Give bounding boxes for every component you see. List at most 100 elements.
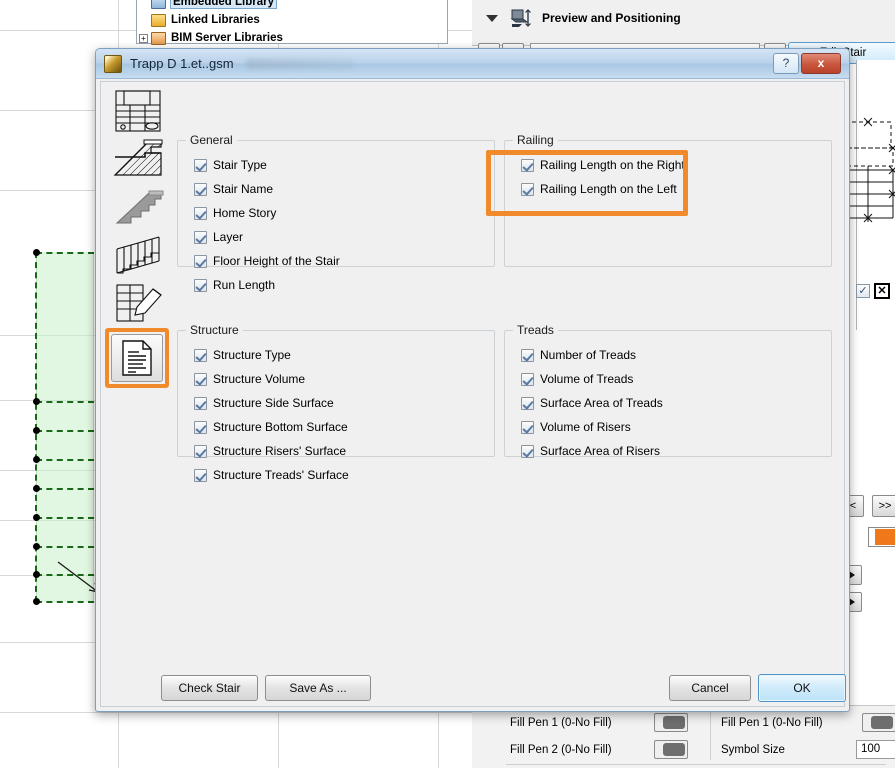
checkbox-label: Structure Risers' Surface bbox=[213, 444, 347, 458]
checkbox-label: Structure Type bbox=[213, 348, 291, 362]
checkbox-label: Run Length bbox=[213, 278, 276, 292]
checkbox-label: Floor Height of the Stair bbox=[213, 254, 340, 268]
symbol-size-input[interactable]: 100 bbox=[856, 740, 895, 759]
help-button[interactable]: ? bbox=[773, 53, 799, 74]
stair-node[interactable] bbox=[33, 456, 40, 463]
library-tree-item-bim-server[interactable]: + BIM Server Libraries bbox=[137, 30, 447, 46]
check-stair-button[interactable]: Check Stair bbox=[161, 675, 258, 701]
checkbox-volume-of-treads[interactable] bbox=[521, 372, 534, 386]
stair-tread-line bbox=[36, 401, 94, 403]
stair-annotation-icon bbox=[116, 284, 162, 322]
checkbox-stair-type[interactable] bbox=[194, 158, 207, 172]
group-general: General Stair Type Stair Name Home Story bbox=[177, 133, 495, 292]
tree-expand-icon[interactable]: + bbox=[139, 33, 148, 43]
divider bbox=[710, 710, 711, 760]
checkbox-railing-length-on-the-right[interactable] bbox=[521, 158, 534, 172]
checkbox-row-number-of-treads[interactable]: Number of Treads bbox=[505, 343, 831, 367]
checkbox-row-run-length[interactable]: Run Length bbox=[178, 273, 494, 297]
stair-node[interactable] bbox=[33, 485, 40, 492]
stair-node[interactable] bbox=[33, 249, 40, 256]
triangle-down-icon[interactable] bbox=[486, 14, 498, 22]
checkbox-surface-area-of-treads[interactable] bbox=[521, 396, 534, 410]
preview-checkbox[interactable]: ✓ bbox=[856, 284, 870, 298]
nav-forward-button[interactable]: >> bbox=[872, 495, 895, 517]
stair-tread-line bbox=[36, 546, 94, 548]
stair-listing-dialog[interactable]: Trapp D 1.et..gsm ? x General Stair Type… bbox=[95, 48, 850, 712]
checkbox-label: Surface Area of Risers bbox=[540, 444, 661, 458]
stair-node[interactable] bbox=[33, 598, 40, 605]
dialog-titlebar[interactable]: Trapp D 1.et..gsm ? x bbox=[96, 49, 849, 79]
save-as-button[interactable]: Save As ... bbox=[265, 675, 371, 701]
checkbox-label: Home Story bbox=[213, 206, 277, 220]
checkbox-label: Number of Treads bbox=[540, 348, 637, 362]
stair-node[interactable] bbox=[33, 427, 40, 434]
rail-item-stair-section[interactable] bbox=[106, 136, 170, 182]
stair-node[interactable] bbox=[33, 571, 40, 578]
checkbox-railing-length-on-the-left[interactable] bbox=[521, 182, 534, 196]
checkbox-row-structure-treads-surface[interactable]: Structure Treads' Surface bbox=[178, 463, 494, 487]
library-tree-panel[interactable]: Embedded Library Linked Libraries + BIM … bbox=[136, 0, 448, 46]
color-swatch[interactable] bbox=[868, 527, 895, 547]
checkbox-label: Volume of Treads bbox=[540, 372, 634, 386]
checkbox-structure-type[interactable] bbox=[194, 348, 207, 362]
checkbox-row-structure-type[interactable]: Structure Type bbox=[178, 343, 494, 367]
cancel-button[interactable]: Cancel bbox=[669, 675, 751, 701]
fill-pen-2-control[interactable] bbox=[654, 740, 688, 759]
fill-pen-1-right-control[interactable] bbox=[862, 713, 895, 732]
rail-item-listing-document[interactable] bbox=[105, 328, 169, 388]
close-button[interactable]: x bbox=[801, 53, 841, 74]
stair-tread-line bbox=[36, 252, 94, 254]
divider bbox=[506, 764, 886, 765]
checkbox-label: Structure Side Surface bbox=[213, 396, 334, 410]
rail-item-stair-plan[interactable] bbox=[106, 88, 170, 134]
checkbox-row-surface-area-of-risers[interactable]: Surface Area of Risers bbox=[505, 439, 831, 463]
checkbox-row-railing-right[interactable]: Railing Length on the Right bbox=[505, 153, 831, 177]
railing-icon bbox=[116, 236, 160, 274]
ok-button[interactable]: OK bbox=[758, 674, 846, 702]
checkbox-floor-height-of-the-stair[interactable] bbox=[194, 254, 207, 268]
checkbox-volume-of-risers[interactable] bbox=[521, 420, 534, 434]
checkbox-row-floor-height[interactable]: Floor Height of the Stair bbox=[178, 249, 494, 273]
selected-stair-region[interactable] bbox=[36, 252, 94, 602]
rail-item-railing[interactable] bbox=[106, 232, 170, 278]
checkbox-row-home-story[interactable]: Home Story bbox=[178, 201, 494, 225]
preview-options-bar: ✓ ✕ bbox=[856, 278, 895, 304]
checkbox-row-stair-name[interactable]: Stair Name bbox=[178, 177, 494, 201]
checkbox-number-of-treads[interactable] bbox=[521, 348, 534, 362]
checkbox-stair-name[interactable] bbox=[194, 182, 207, 196]
stair-node[interactable] bbox=[33, 543, 40, 550]
fill-pen-1-control[interactable] bbox=[654, 713, 688, 732]
rail-item-stair-annotation[interactable] bbox=[106, 280, 170, 326]
dialog-body: General Stair Type Stair Name Home Story bbox=[100, 81, 846, 707]
listing-document-icon bbox=[122, 340, 152, 376]
checkbox-row-volume-of-risers[interactable]: Volume of Risers bbox=[505, 415, 831, 439]
checkbox-row-structure-side-surface[interactable]: Structure Side Surface bbox=[178, 391, 494, 415]
checkbox-structure-risers-surface[interactable] bbox=[194, 444, 207, 458]
checkbox-row-structure-volume[interactable]: Structure Volume bbox=[178, 367, 494, 391]
rail-item-stair-3d[interactable] bbox=[106, 184, 170, 230]
checkbox-structure-treads-surface[interactable] bbox=[194, 468, 207, 482]
checkbox-row-structure-risers-surface[interactable]: Structure Risers' Surface bbox=[178, 439, 494, 463]
checkbox-row-railing-left[interactable]: Railing Length on the Left bbox=[505, 177, 831, 201]
checkbox-label: Stair Name bbox=[213, 182, 274, 196]
checkbox-home-story[interactable] bbox=[194, 206, 207, 220]
checkbox-run-length[interactable] bbox=[194, 278, 207, 292]
checkbox-surface-area-of-risers[interactable] bbox=[521, 444, 534, 458]
stair-node[interactable] bbox=[33, 398, 40, 405]
preview-positioning-header[interactable]: Preview and Positioning bbox=[472, 0, 895, 36]
checkbox-row-structure-bottom-surface[interactable]: Structure Bottom Surface bbox=[178, 415, 494, 439]
checkbox-row-surface-area-of-treads[interactable]: Surface Area of Treads bbox=[505, 391, 831, 415]
checkbox-row-layer[interactable]: Layer bbox=[178, 225, 494, 249]
checkbox-structure-side-surface[interactable] bbox=[194, 396, 207, 410]
checkbox-structure-volume[interactable] bbox=[194, 372, 207, 386]
checkbox-layer[interactable] bbox=[194, 230, 207, 244]
group-treads: Treads Number of Treads Volume of Treads… bbox=[504, 323, 832, 458]
preview-close-icon[interactable]: ✕ bbox=[874, 283, 890, 299]
library-tree-item-linked[interactable]: Linked Libraries bbox=[137, 12, 447, 28]
grid-line bbox=[0, 712, 480, 713]
library-tree-item-embedded[interactable]: Embedded Library bbox=[137, 0, 447, 10]
checkbox-row-volume-of-treads[interactable]: Volume of Treads bbox=[505, 367, 831, 391]
checkbox-row-stair-type[interactable]: Stair Type bbox=[178, 153, 494, 177]
stair-node[interactable] bbox=[33, 514, 40, 521]
checkbox-structure-bottom-surface[interactable] bbox=[194, 420, 207, 434]
